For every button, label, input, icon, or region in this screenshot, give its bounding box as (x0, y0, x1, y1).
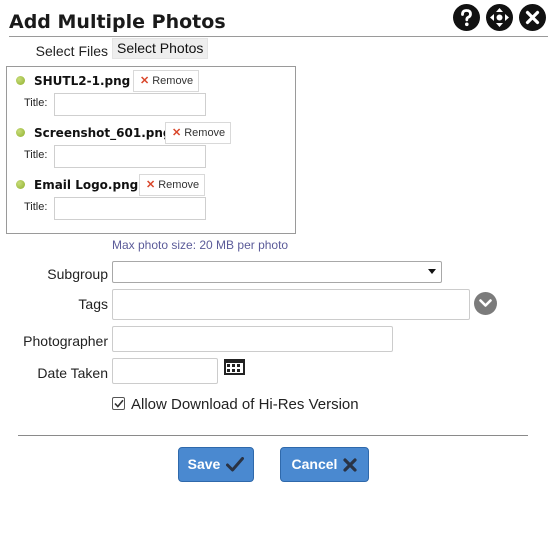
max-size-note: Max photo size: 20 MB per photo (112, 238, 289, 252)
save-label: Save (187, 456, 221, 472)
remove-file-button[interactable]: ✕ Remove (165, 122, 232, 144)
date-taken-input[interactable] (112, 358, 218, 384)
file-title-input[interactable] (54, 197, 206, 220)
allow-download-checkbox[interactable] (112, 397, 125, 410)
file-name: Email Logo.png (34, 178, 139, 192)
photographer-input[interactable] (112, 326, 393, 352)
dialog-title: Add Multiple Photos (9, 11, 226, 33)
footer-divider (18, 435, 528, 436)
header-divider (9, 36, 548, 37)
remove-label: Remove (152, 75, 194, 87)
move-glyph (490, 8, 509, 27)
remove-x-icon: ✕ (146, 179, 156, 191)
checkmark-icon (226, 457, 245, 472)
date-taken-label: Date Taken (37, 365, 108, 381)
checkmark-icon (113, 399, 124, 408)
cancel-button[interactable]: Cancel (280, 447, 369, 482)
close-glyph (525, 10, 540, 25)
remove-x-icon: ✕ (140, 75, 150, 87)
x-icon (343, 457, 358, 472)
tags-input[interactable] (112, 289, 470, 320)
file-name: Screenshot_601.png (34, 126, 172, 140)
subgroup-label: Subgroup (47, 266, 108, 282)
photographer-label: Photographer (23, 333, 108, 349)
file-title-input[interactable] (54, 145, 206, 168)
subgroup-select[interactable] (112, 261, 442, 283)
remove-label: Remove (158, 179, 200, 191)
allow-download-label: Allow Download of Hi-Res Version (131, 396, 359, 413)
file-name: SHUTL2-1.png (34, 74, 131, 88)
status-dot-icon (16, 128, 25, 137)
cancel-label: Cancel (291, 456, 338, 472)
save-button[interactable]: Save (178, 447, 254, 482)
select-photos-button[interactable]: Select Photos (112, 38, 209, 59)
selected-files-list: SHUTL2-1.png ✕ Remove Title: Screenshot_… (6, 66, 296, 234)
status-dot-icon (16, 76, 25, 85)
title-label: Title: (24, 97, 48, 109)
file-title-input[interactable] (54, 93, 206, 116)
dropdown-arrow-icon (428, 269, 436, 274)
tags-label: Tags (78, 296, 108, 312)
status-dot-icon (16, 180, 25, 189)
remove-x-icon: ✕ (172, 127, 182, 139)
close-icon[interactable] (519, 4, 546, 31)
remove-file-button[interactable]: ✕ Remove (139, 174, 206, 196)
calendar-icon[interactable] (224, 359, 245, 375)
select-files-label: Select Files (35, 43, 108, 59)
move-icon[interactable] (486, 4, 513, 31)
help-icon[interactable] (453, 4, 480, 31)
title-label: Title: (24, 201, 48, 213)
remove-label: Remove (184, 127, 226, 139)
tags-expand-button[interactable] (474, 292, 497, 315)
remove-file-button[interactable]: ✕ Remove (133, 70, 200, 92)
chevron-down-icon (479, 299, 492, 307)
help-glyph (461, 9, 472, 27)
title-label: Title: (24, 149, 48, 161)
